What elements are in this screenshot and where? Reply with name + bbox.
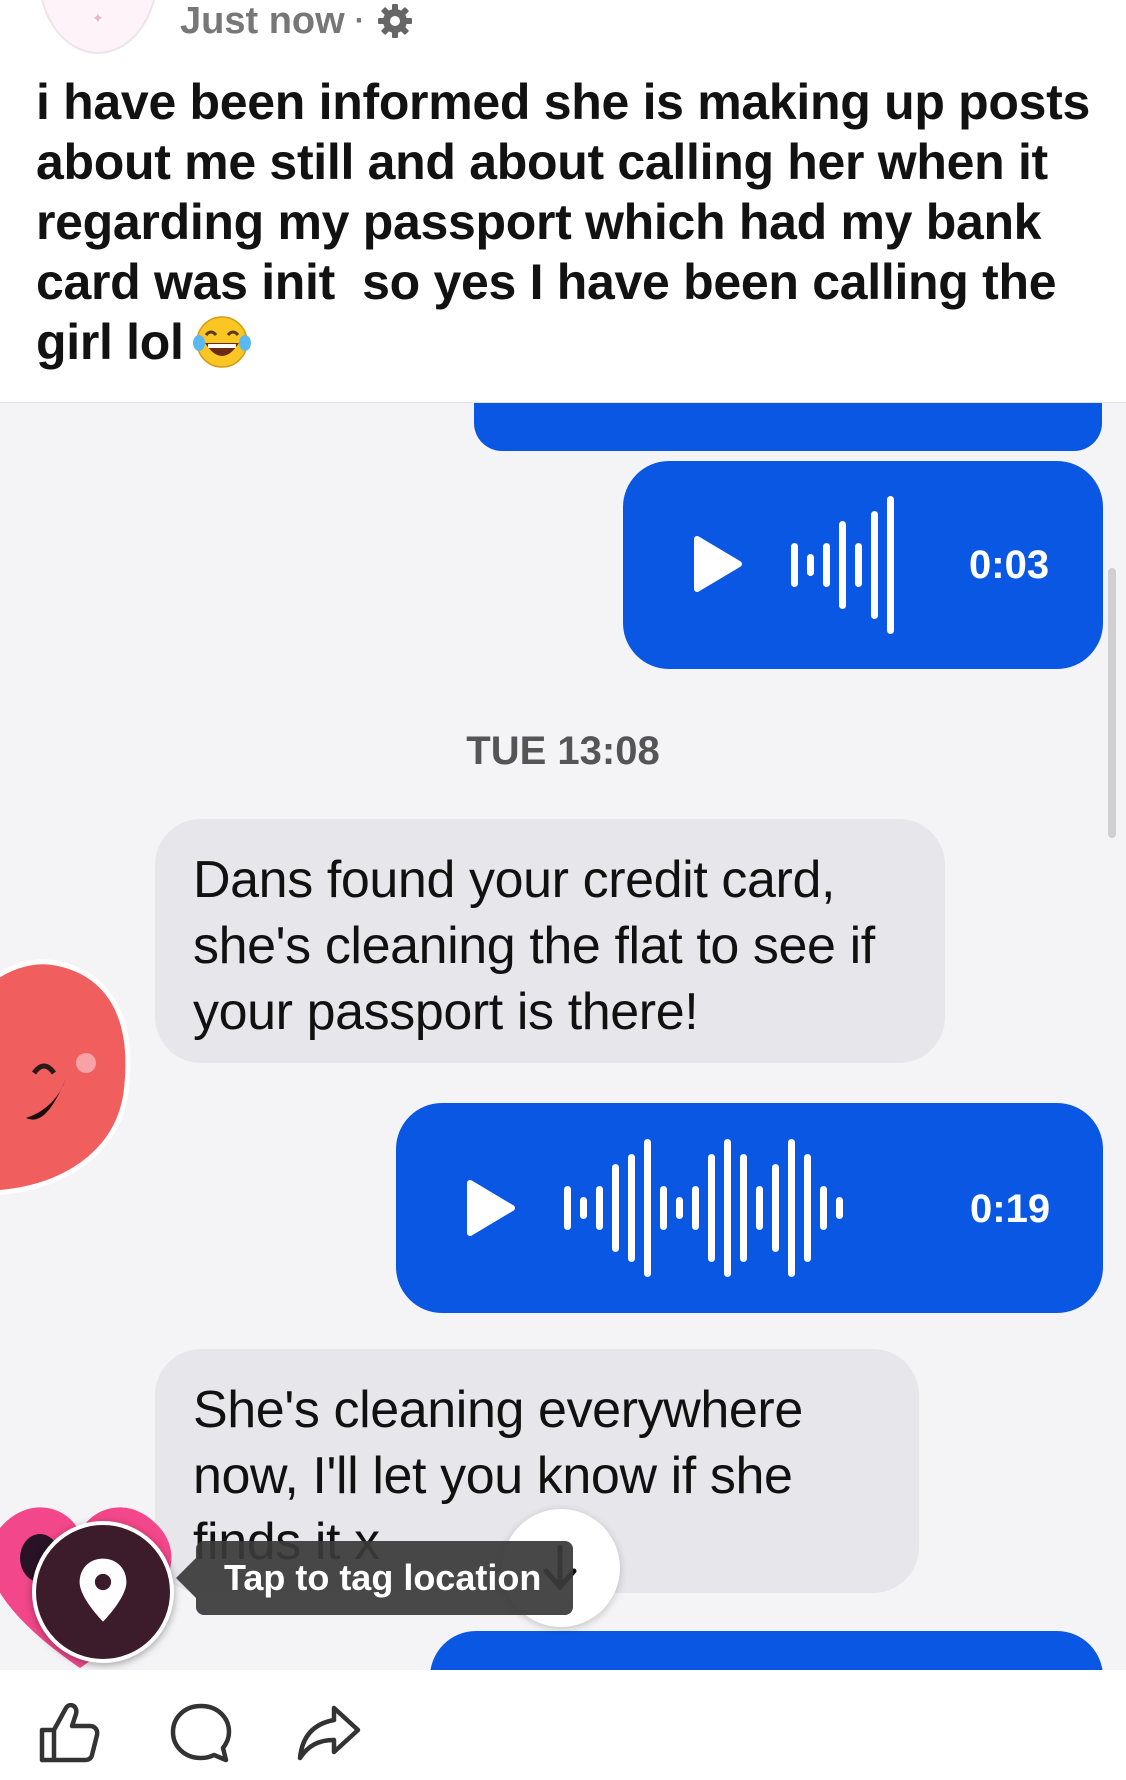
laughing-tears-emoji <box>192 316 251 368</box>
gear-icon[interactable] <box>375 1 415 41</box>
voice-message-2[interactable]: 0:19 <box>396 1103 1103 1313</box>
share-icon[interactable] <box>296 1700 362 1766</box>
chat-screenshot: 0:03 TUE 13:08 Dans found your credit ca… <box>0 402 1126 1671</box>
tooltip-text: Tap to tag location <box>224 1557 542 1598</box>
date-separator: TUE 13:08 <box>466 729 660 773</box>
voice-message-1[interactable]: 0:03 <box>623 461 1103 669</box>
voice-message-partial <box>474 403 1102 451</box>
post-body: i have been informed she is making up po… <box>36 72 1096 372</box>
post-meta: Just now · <box>180 0 415 42</box>
message-text: Dans found your credit card, she's clean… <box>193 851 875 1041</box>
like-icon[interactable] <box>36 1700 102 1766</box>
voice-duration: 0:19 <box>970 1187 1051 1231</box>
scrollbar[interactable] <box>1108 568 1116 838</box>
meta-separator: · <box>354 4 365 37</box>
play-icon[interactable] <box>464 1179 516 1237</box>
sparkle-icon: ✦ <box>92 10 104 26</box>
comment-icon[interactable] <box>168 1700 234 1766</box>
location-pin-icon <box>79 1558 127 1622</box>
post-timestamp[interactable]: Just now <box>180 0 345 42</box>
incoming-message: Dans found your credit card, she's clean… <box>155 819 945 1063</box>
voice-duration: 0:03 <box>969 543 1050 587</box>
location-button[interactable] <box>32 1521 174 1663</box>
heart-face-sticker <box>0 959 131 1195</box>
waveform <box>791 495 894 635</box>
play-icon[interactable] <box>691 535 743 593</box>
post-action-bar <box>0 1670 1126 1780</box>
voice-message-partial <box>430 1631 1103 1671</box>
location-tooltip[interactable]: Tap to tag location <box>175 1541 574 1615</box>
avatar[interactable]: ✦ <box>38 0 158 54</box>
waveform <box>564 1138 843 1278</box>
post-header: ✦ Just now · <box>0 0 1126 60</box>
